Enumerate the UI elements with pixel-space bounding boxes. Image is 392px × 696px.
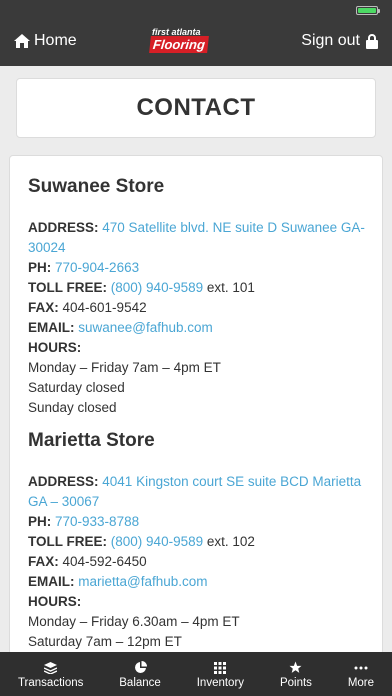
email-link[interactable]: marietta@fafhub.com [78,574,207,589]
brand-logo: first atlanta Flooring [149,27,218,59]
email-row: EMAIL: marietta@fafhub.com [28,574,208,589]
tollfree-row: TOLL FREE: (800) 940-9589 ext. 102 [28,534,255,549]
email-link[interactable]: suwanee@fafhub.com [78,320,213,335]
tab-label: Balance [119,676,161,689]
phone-row: PH: 770-933-8788 [28,514,140,529]
home-button[interactable]: Home [14,32,77,50]
more-dots-icon [354,660,368,676]
tab-label: Transactions [17,676,84,689]
phone-link[interactable]: 770-904-2663 [55,260,139,275]
tab-balance[interactable]: Balance [119,660,161,689]
grid-icon [214,660,227,676]
hours-label: HOURS: [28,340,82,355]
hours-line: Saturday closed [28,380,125,395]
phone-row: PH: 770-904-2663 [28,260,140,275]
store-section: Suwanee Store ADDRESS: 470 Satellite blv… [10,176,382,418]
tab-label: More [347,676,375,689]
sign-out-label: Sign out [301,32,360,49]
store-name: Marietta Store [28,430,155,451]
tab-inventory[interactable]: Inventory [197,660,244,689]
home-icon [14,34,30,48]
page-title: CONTACT [136,94,256,121]
tollfree-row: TOLL FREE: (800) 940-9589 ext. 101 [28,280,255,295]
address-row: ADDRESS: 4041 Kingston court SE suite BC… [28,474,362,509]
tab-label: Inventory [196,676,245,689]
top-bar: Home first atlanta Flooring Sign out [0,20,392,66]
home-label: Home [34,32,77,49]
hours-line: Saturday 7am – 12pm ET [28,634,182,649]
star-icon [289,660,302,676]
tab-label: Points [279,676,312,689]
page-title-card: CONTACT [16,78,376,138]
contact-card: Suwanee Store ADDRESS: 470 Satellite blv… [9,155,383,655]
email-row: EMAIL: suwanee@fafhub.com [28,320,213,335]
fax-row: FAX: 404-592-6450 [28,554,147,569]
hours-line: Monday – Friday 6.30am – 4pm ET [28,614,240,629]
hours-line: Monday – Friday 7am – 4pm ET [28,360,221,375]
lock-icon [366,33,378,49]
store-section: Marietta Store ADDRESS: 4041 Kingston co… [10,430,382,652]
tollfree-link[interactable]: (800) 940-9589 [111,280,203,295]
tab-bar: Transactions Balance Inventory Points Mo… [0,652,392,696]
tab-more[interactable]: More [348,660,374,689]
battery-icon [356,6,380,15]
tab-points[interactable]: Points [280,660,312,689]
status-bar [0,0,392,20]
sign-out-button[interactable]: Sign out [301,32,378,50]
store-name: Suwanee Store [28,176,165,197]
phone-link[interactable]: 770-933-8788 [55,514,139,529]
address-row: ADDRESS: 470 Satellite blvd. NE suite D … [28,220,365,255]
layers-icon [44,660,58,676]
pie-chart-icon [134,660,147,676]
tab-transactions[interactable]: Transactions [18,660,83,689]
hours-label: HOURS: [28,594,82,609]
tollfree-link[interactable]: (800) 940-9589 [111,534,203,549]
hours-line: Sunday closed [28,400,117,415]
fax-row: FAX: 404-601-9542 [28,300,147,315]
